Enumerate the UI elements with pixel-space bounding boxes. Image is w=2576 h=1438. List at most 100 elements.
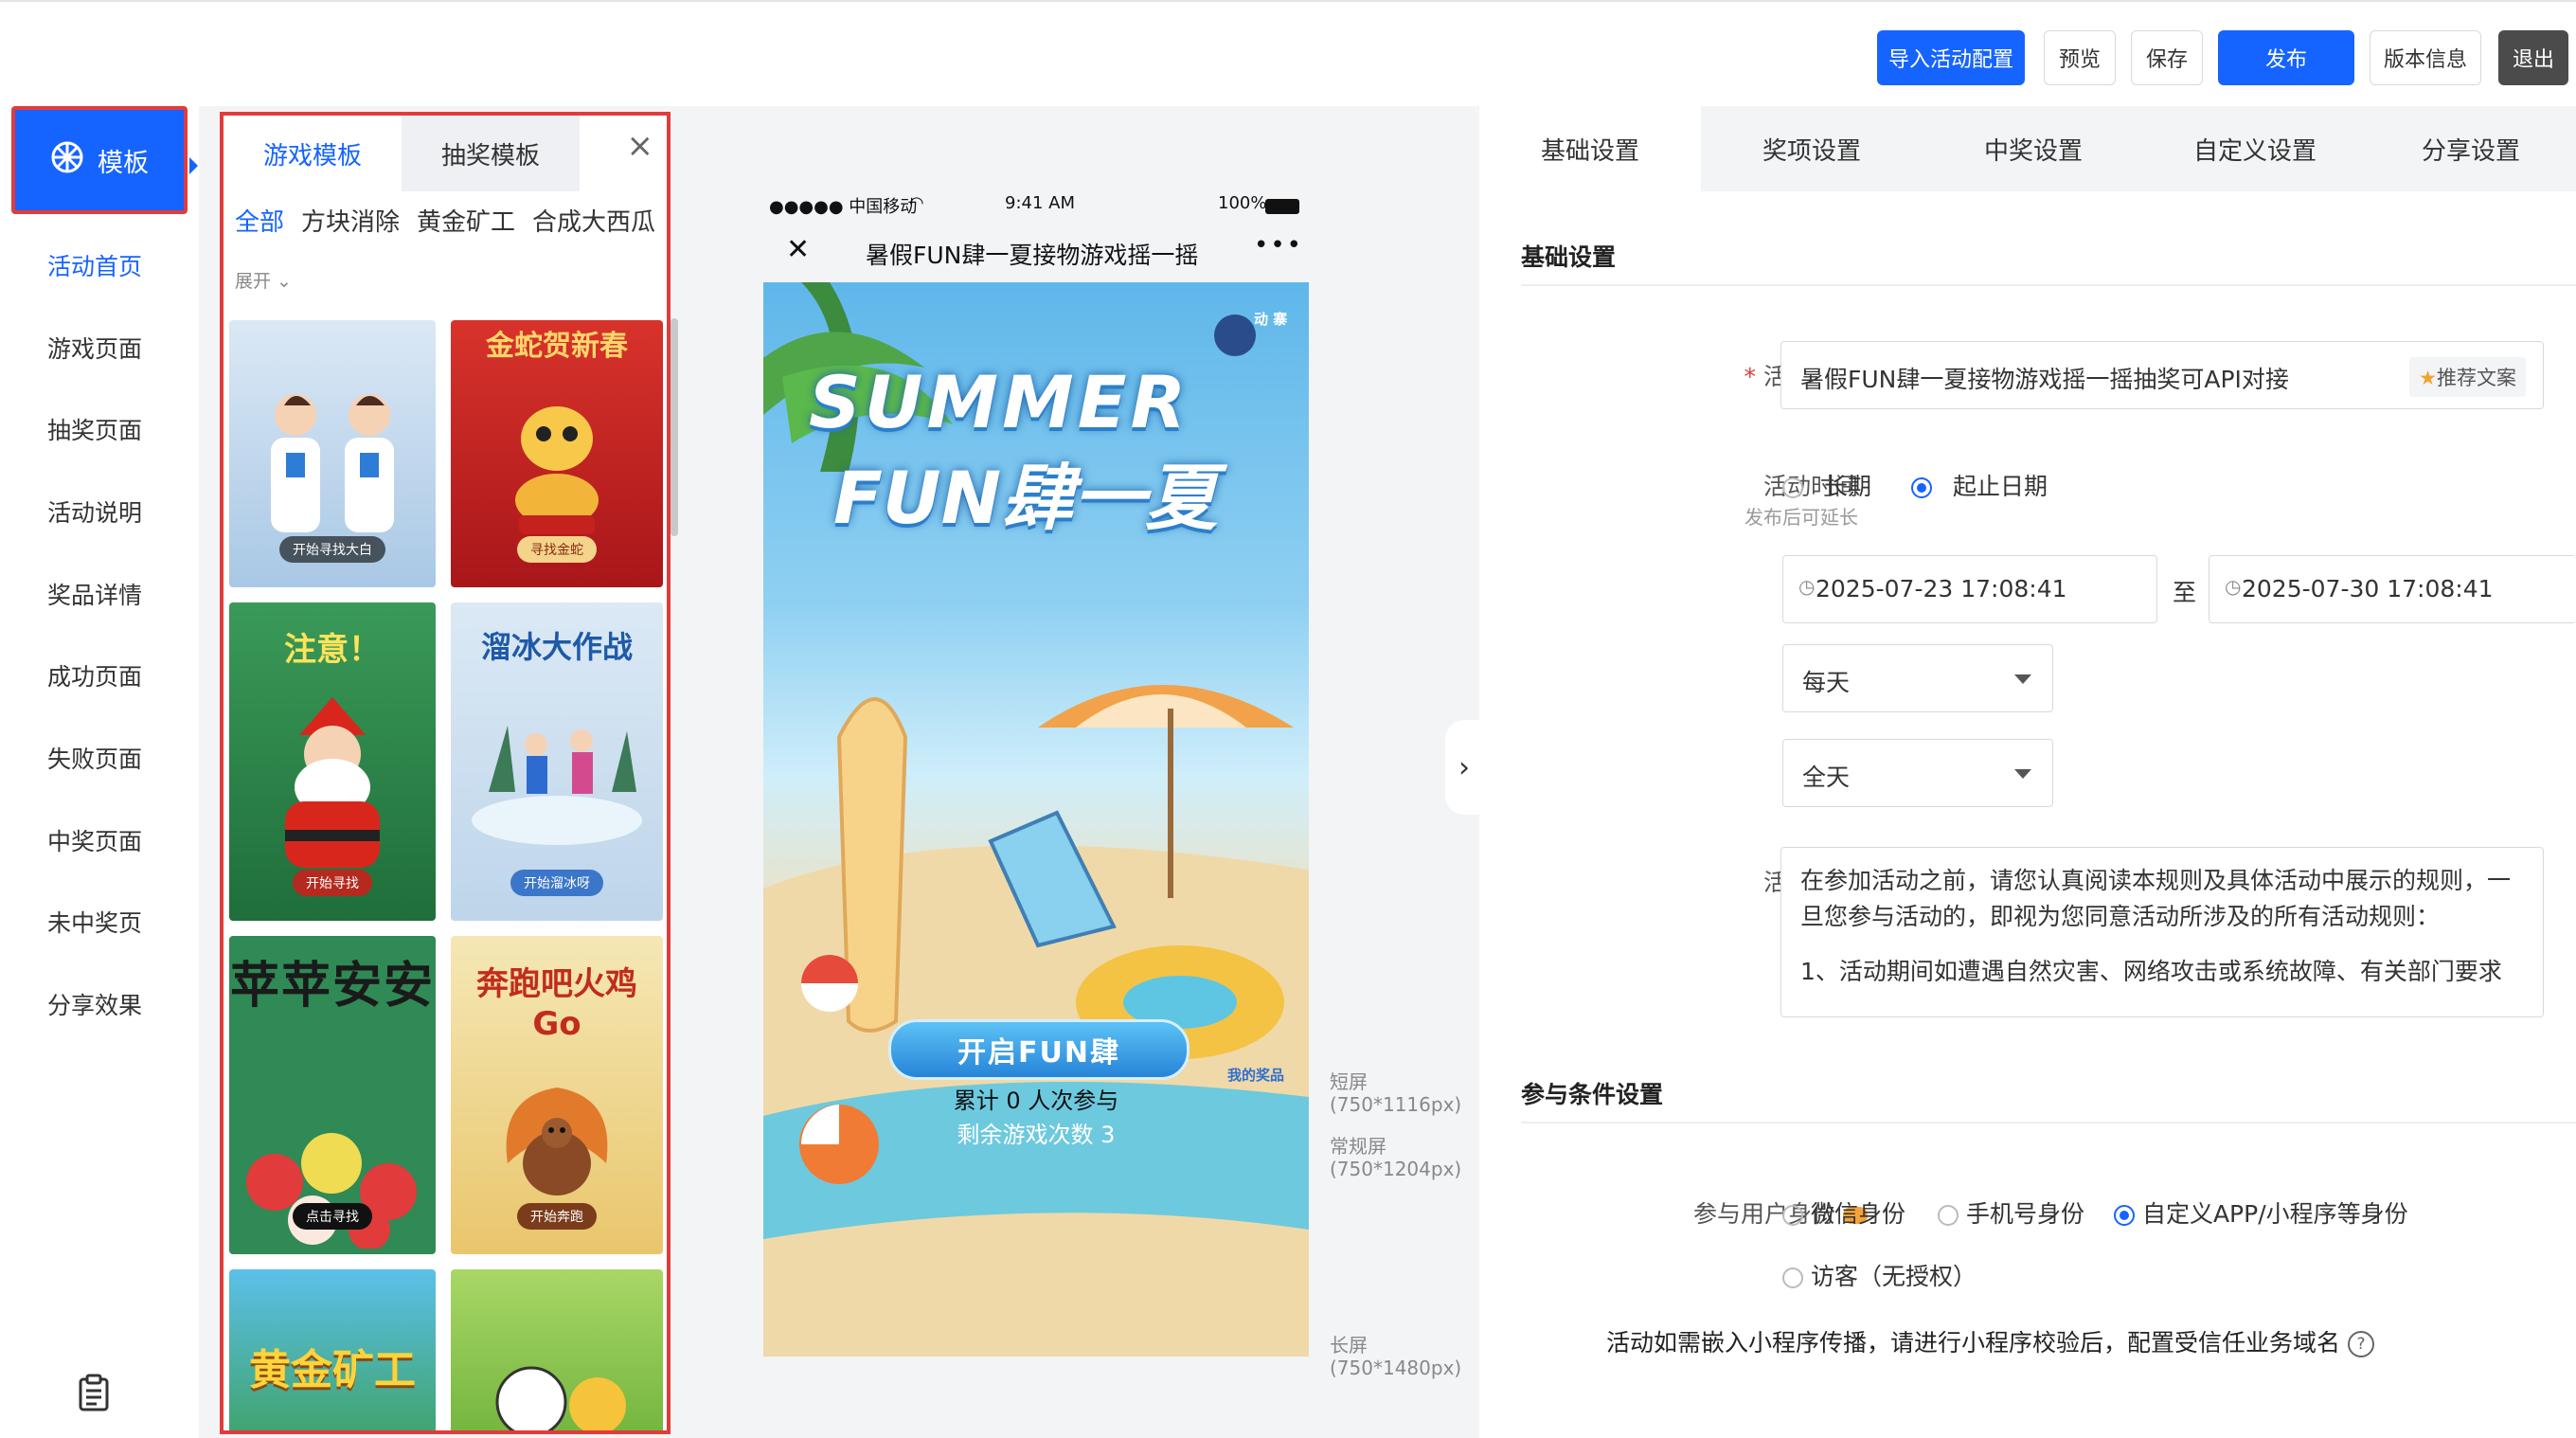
close-icon[interactable]: ✕	[786, 233, 810, 266]
radio-guest-identity[interactable]: 访客（无授权）	[1782, 1258, 1977, 1292]
radio-long-term[interactable]: 长期	[1782, 468, 1871, 502]
radio-icon	[1911, 477, 1932, 498]
activity-name-input[interactable]: 暑假FUN肆一夏接物游戏摇一摇抽奖可API对接 ★推荐文案	[1780, 341, 2544, 409]
chip-block-clear[interactable]: 方块消除	[301, 203, 400, 238]
end-date-input[interactable]: 2025-07-30 17:08:41 ◷	[2209, 555, 2576, 623]
tab-game-template[interactable]: 游戏模板	[224, 116, 402, 191]
radio-custom-app-identity[interactable]: 自定义APP/小程序等身份	[2114, 1195, 2408, 1230]
wifi-icon: ◠	[909, 193, 924, 213]
template-card[interactable]: 金蛇贺新春 寻找金蛇	[451, 320, 663, 587]
import-config-button[interactable]: 导入活动配置	[1877, 30, 2025, 85]
sidebar-item-win-page[interactable]: 中奖页面	[0, 823, 189, 857]
fruits-illustration	[489, 1345, 631, 1430]
sidebar-item-description[interactable]: 活动说明	[0, 494, 189, 529]
skating-illustration	[470, 707, 644, 853]
phone-nav-bar: ✕ 暑假FUN肆一夏接物游戏摇一摇 •••	[763, 224, 1309, 282]
settings-panel: 基础设置 奖项设置 中奖设置 自定义设置 分享设置 基础设置 * 活动名称 暑假…	[1479, 106, 2576, 1438]
card-start-button: 点击寻找	[293, 1203, 372, 1230]
card-start-button: 开始溜冰呀	[510, 870, 603, 896]
template-card[interactable]: 注意！ 开始寻找	[229, 602, 436, 921]
doctors-illustration	[258, 377, 409, 538]
description-textarea[interactable]: 在参加活动之前，请您认真阅读本规则及具体活动中展示的规则，一旦您参与活动的，即视…	[1780, 847, 2544, 1017]
carrier-text: ●●●●● 中国移动	[769, 197, 918, 217]
tab-lottery-template[interactable]: 抽奖模板	[402, 116, 580, 191]
divider	[1521, 284, 2576, 286]
more-icon[interactable]: •••	[1254, 231, 1303, 260]
card-title: 溜冰大作战	[480, 629, 633, 665]
start-date-input[interactable]: 2025-07-23 17:08:41 ◷	[1782, 555, 2157, 623]
remaining-text: 剩余游戏次数 3	[957, 1122, 1116, 1148]
sidebar-item-template[interactable]: 模板	[11, 106, 188, 214]
battery-icon	[1265, 199, 1299, 214]
sidebar-item-share[interactable]: 分享效果	[0, 987, 189, 1021]
time-hint: 发布后可延长	[1744, 506, 1858, 529]
radio-wechat-identity[interactable]: 微信身份	[1782, 1195, 1905, 1230]
turkey-illustration	[489, 1078, 625, 1205]
section-basic-title: 基础设置	[1521, 243, 1617, 271]
clipboard-icon[interactable]	[78, 1374, 110, 1415]
template-card[interactable]: 溜冰大作战 开始溜冰呀	[451, 602, 663, 921]
sidebar-item-home[interactable]: 活动首页	[0, 248, 189, 282]
expand-toggle[interactable]: 展开 ⌄	[235, 267, 292, 293]
radio-phone-identity[interactable]: 手机号身份	[1938, 1195, 2084, 1230]
clock-icon: ◷	[2225, 575, 2242, 598]
card-title: 苹苹安安	[229, 958, 435, 1015]
template-card[interactable]: 黄金矿工	[229, 1269, 436, 1430]
template-card[interactable]	[451, 1269, 663, 1430]
phone-status-bar: ●●●●● 中国移动 ◠ 9:41 AM 100%	[769, 191, 1305, 220]
radio-icon	[1782, 477, 1803, 498]
active-indicator-arrow	[189, 157, 198, 174]
radio-date-range[interactable]: 起止日期	[1911, 468, 2048, 502]
chevron-right-icon: ›	[1458, 750, 1470, 784]
version-info-button[interactable]: 版本信息	[2370, 30, 2481, 85]
tab-custom-settings[interactable]: 自定义设置	[2144, 106, 2366, 191]
time-of-day-select[interactable]: 全天	[1782, 739, 2053, 807]
start-game-button[interactable]: 开启FUN肆	[888, 1019, 1190, 1080]
template-card[interactable]: 开始寻找大白	[229, 320, 436, 587]
normal-screen-label: 常规屏 (750*1204px)	[1330, 1135, 1462, 1180]
tab-share-settings[interactable]: 分享设置	[2366, 106, 2576, 191]
preview-button[interactable]: 预览	[2044, 30, 2116, 85]
chip-all[interactable]: 全部	[235, 203, 284, 238]
sidebar-item-game-page[interactable]: 游戏页面	[0, 331, 189, 365]
music-badge[interactable]: 动 寨	[1254, 311, 1296, 328]
settings-tabs: 基础设置 奖项设置 中奖设置 自定义设置 分享设置	[1479, 106, 2576, 191]
to-label: 至	[2173, 579, 2197, 606]
recommend-copy-button[interactable]: ★推荐文案	[2409, 357, 2526, 397]
star-icon: ★	[2419, 367, 2437, 389]
hero-title-line2: FUN肆一夏	[833, 456, 1218, 540]
collapse-toggle-button[interactable]: ›	[1445, 720, 1483, 815]
card-start-button: 寻找金蛇	[517, 536, 597, 563]
sidebar-item-label: 模板	[98, 148, 149, 178]
publish-button[interactable]: 发布	[2218, 30, 2354, 85]
chevron-down-icon	[2014, 674, 2031, 684]
help-icon[interactable]: ?	[2347, 1331, 2374, 1357]
sidebar-item-lose-page[interactable]: 未中奖页	[0, 905, 189, 939]
left-sidebar: 模板 活动首页 游戏页面 抽奖页面 活动说明 奖品详情 成功页面 失败页面 中奖…	[0, 106, 199, 1438]
template-card[interactable]: 苹苹安安 点击寻找	[229, 936, 436, 1254]
template-card[interactable]: 奔跑吧火鸡Go 开始奔跑	[451, 936, 663, 1254]
wheel-icon	[50, 140, 84, 181]
sidebar-item-prize-detail[interactable]: 奖品详情	[0, 577, 189, 611]
divider	[1521, 1122, 2576, 1123]
clock-icon: ◷	[1798, 575, 1816, 598]
close-icon[interactable]: ×	[627, 127, 654, 165]
chip-gold-miner[interactable]: 黄金矿工	[417, 203, 515, 238]
sidebar-item-lottery-page[interactable]: 抽奖页面	[0, 412, 189, 446]
exit-button[interactable]: 退出	[2498, 30, 2568, 85]
save-button[interactable]: 保存	[2131, 30, 2203, 85]
template-scrollbar[interactable]	[671, 318, 678, 536]
sidebar-item-fail-page[interactable]: 失败页面	[0, 741, 189, 775]
radio-icon	[1782, 1205, 1803, 1226]
chip-watermelon[interactable]: 合成大西瓜	[532, 203, 655, 238]
tab-prize-settings[interactable]: 奖项设置	[1701, 106, 1923, 191]
santa-illustration	[261, 697, 403, 881]
frequency-select[interactable]: 每天	[1782, 644, 2053, 712]
sidebar-item-success-page[interactable]: 成功页面	[0, 658, 189, 692]
section-conditions-title: 参与条件设置	[1521, 1081, 1664, 1108]
card-title: 注意！	[284, 631, 381, 669]
card-start-button: 开始寻找	[293, 870, 372, 896]
card-start-button: 开始奔跑	[517, 1203, 597, 1230]
tab-win-settings[interactable]: 中奖设置	[1923, 106, 2144, 191]
tab-basic-settings[interactable]: 基础设置	[1479, 106, 1701, 191]
